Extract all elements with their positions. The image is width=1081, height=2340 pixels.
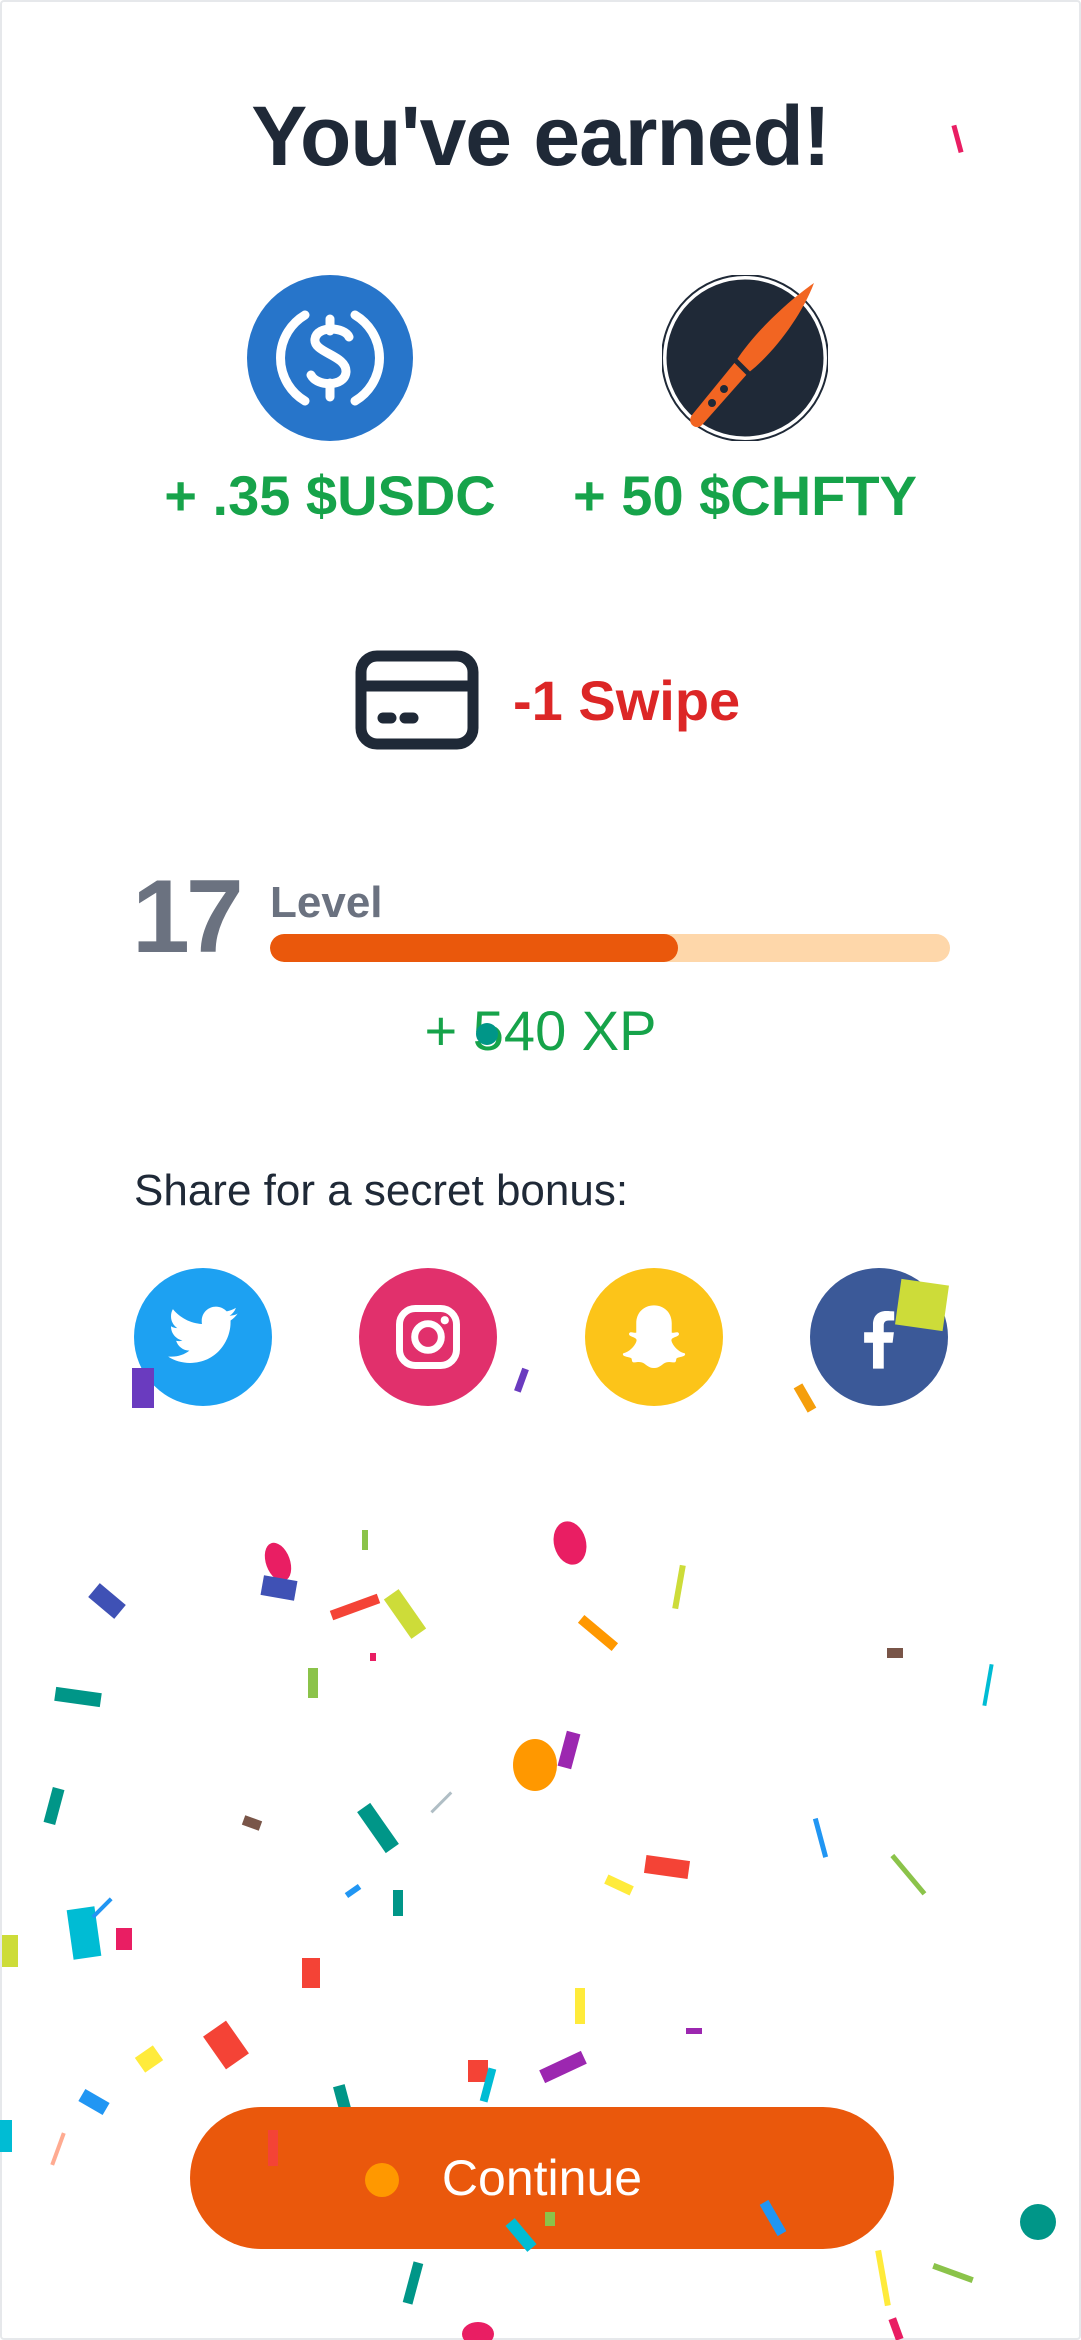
snapchat-icon <box>622 1305 686 1369</box>
level-label: Level <box>270 878 383 927</box>
page-title: You've earned! <box>251 89 831 183</box>
continue-button[interactable]: Continue <box>190 2107 894 2249</box>
snapchat-share-button[interactable] <box>585 1268 723 1406</box>
chfty-amount: + 50 $CHFTY <box>573 464 917 527</box>
level-progress-fill <box>270 934 678 962</box>
social-share-row <box>134 1268 948 1406</box>
chef-knife-icon <box>662 275 828 441</box>
instagram-share-button[interactable] <box>359 1268 497 1406</box>
xp-gained: + 540 XP <box>424 999 657 1062</box>
continue-label: Continue <box>441 2150 643 2206</box>
twitter-icon <box>168 1306 238 1363</box>
level-number: 17 <box>132 859 244 975</box>
instagram-icon <box>396 1305 460 1369</box>
usdc-amount: + .35 $USDC <box>164 464 496 527</box>
twitter-share-button[interactable] <box>134 1268 272 1406</box>
swipe-text: -1 Swipe <box>513 668 741 732</box>
facebook-share-button[interactable] <box>810 1268 948 1406</box>
facebook-icon <box>864 1311 895 1369</box>
swipe-cost: -1 Swipe <box>355 650 740 750</box>
share-label: Share for a secret bonus: <box>134 1166 629 1215</box>
usdc-coin-icon <box>247 275 413 441</box>
reward-usdc: + .35 $USDC <box>120 275 540 528</box>
level-progress-bar <box>270 934 950 962</box>
reward-chfty: + 50 $CHFTY <box>535 275 955 528</box>
card-icon <box>355 650 479 750</box>
